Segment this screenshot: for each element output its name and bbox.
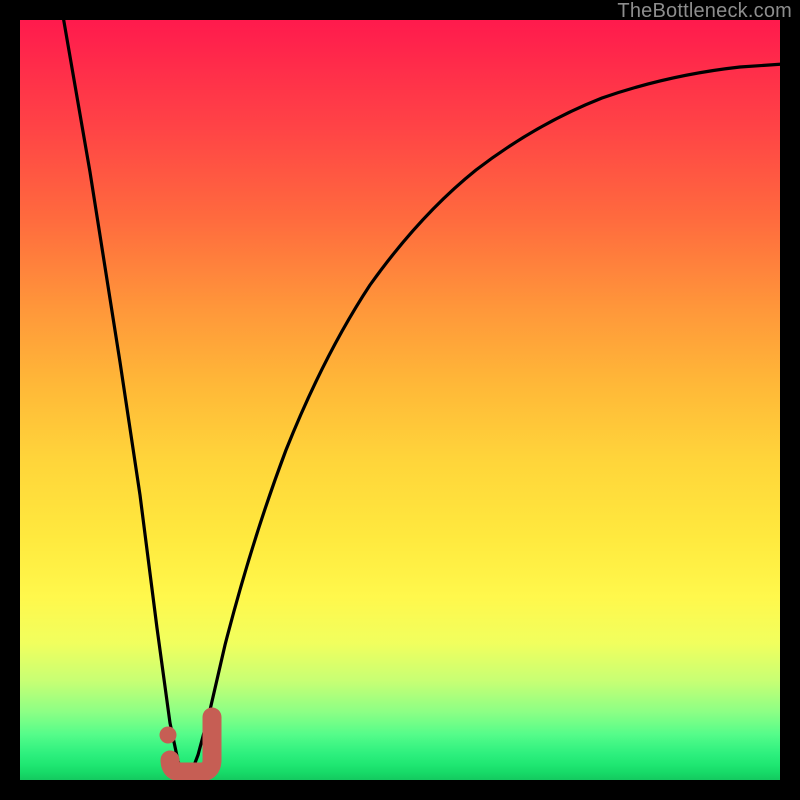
marker-j-stroke-icon — [170, 717, 212, 772]
chart-stage: TheBottleneck.com — [0, 0, 800, 800]
plot-area — [20, 20, 780, 780]
min-point-marker — [160, 717, 213, 772]
marker-dot-icon — [160, 727, 177, 744]
bottleneck-curve — [63, 20, 780, 778]
chart-svg — [20, 20, 780, 780]
